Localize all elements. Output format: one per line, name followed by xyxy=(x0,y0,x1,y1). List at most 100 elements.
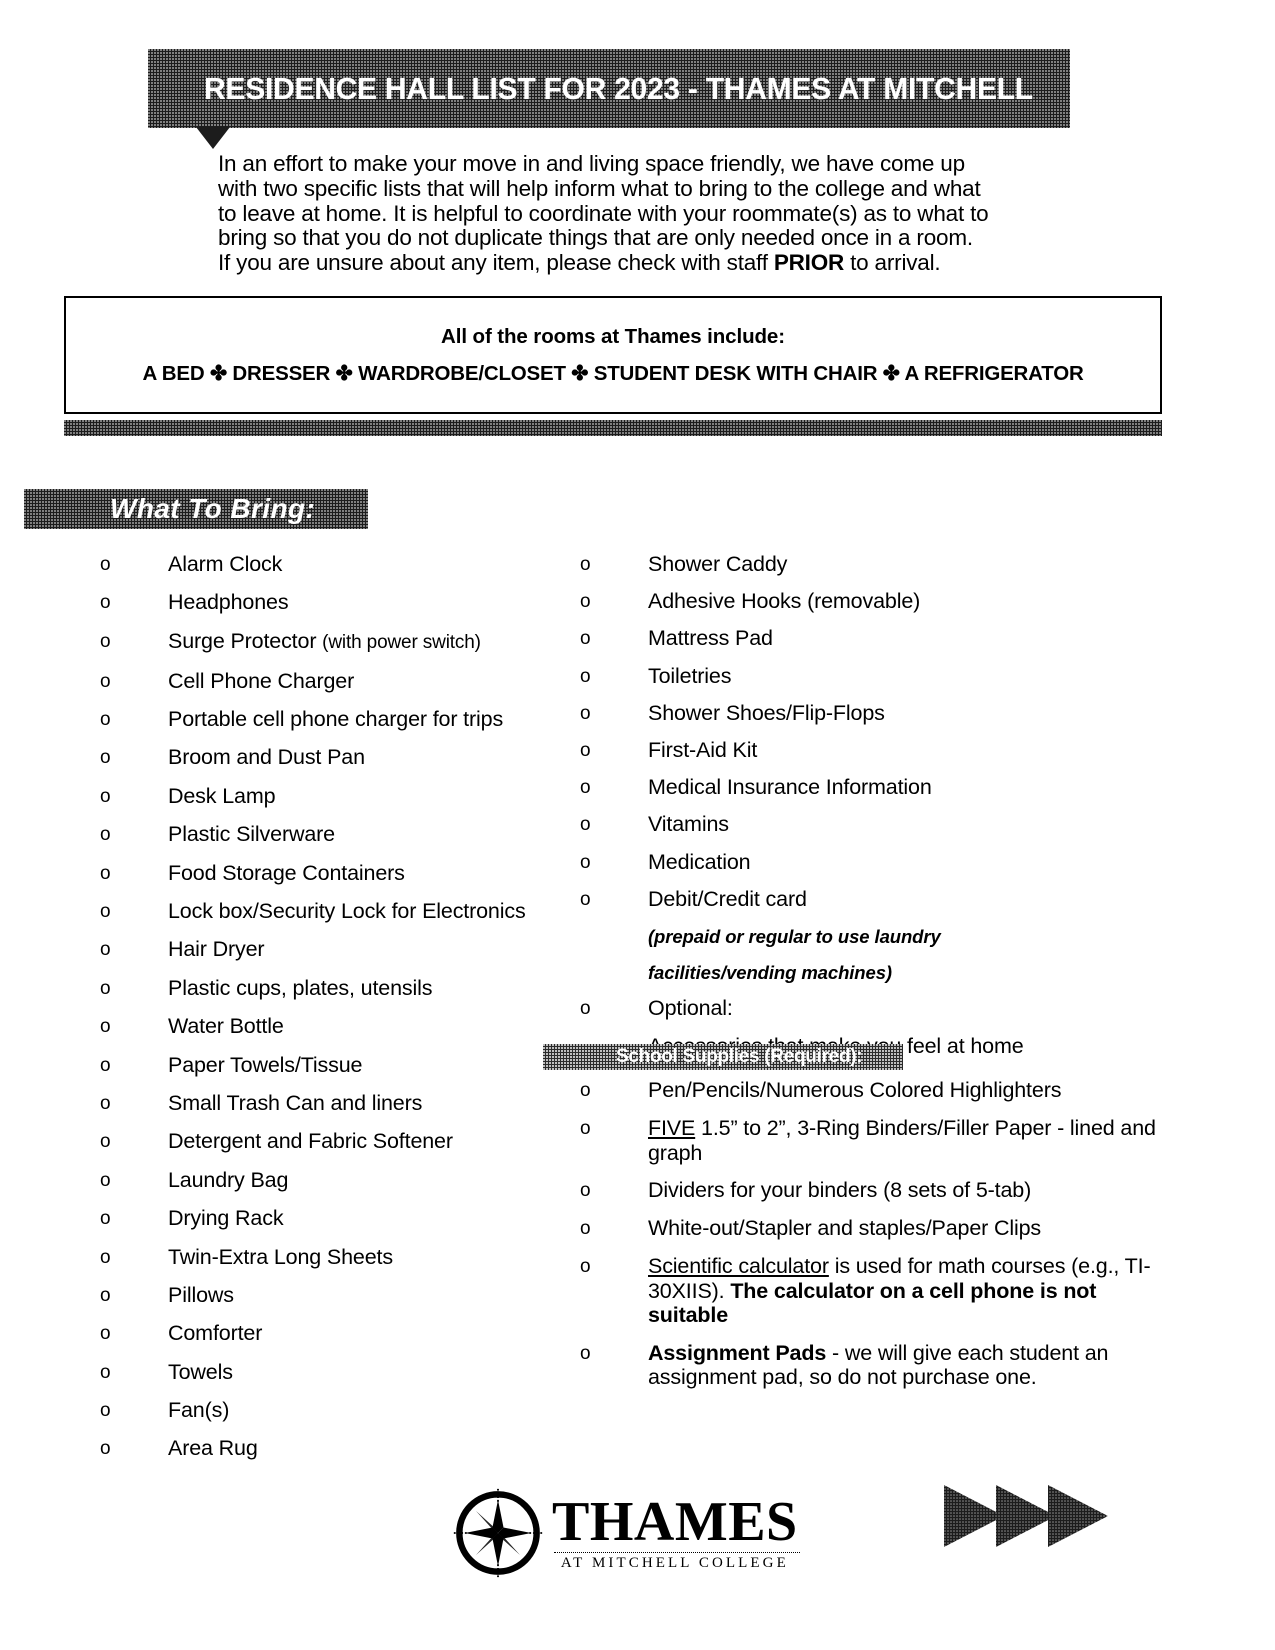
bullet-marker: o xyxy=(580,739,591,761)
list-item-label: Broom and Dust Pan xyxy=(168,745,570,770)
bullet-marker: o xyxy=(580,591,591,613)
list-item[interactable]: o Assignment Pads - we will give each stu… xyxy=(580,1341,1160,1390)
list-item-text: Comforter xyxy=(168,1321,263,1346)
list-item-label: First-Aid Kit xyxy=(648,738,1140,763)
list-item[interactable]: o Twin-Extra Long Sheets xyxy=(100,1245,570,1270)
rooms-include-contents: A BED ✤ DRESSER ✤ WARDROBE/CLOSET ✤ STUD… xyxy=(142,361,1084,385)
list-item[interactable]: o Mattress Pad xyxy=(580,626,1140,651)
list-item[interactable]: o Cell Phone Charger xyxy=(100,669,570,694)
list-item[interactable]: o Broom and Dust Pan xyxy=(100,745,570,770)
list-item-text: Plastic cups, plates, utensils xyxy=(168,975,433,1000)
intro-line-1: In an effort to make your move in and li… xyxy=(218,151,965,176)
list-item[interactable]: o Desk Lamp xyxy=(100,784,570,809)
bullet-marker: o xyxy=(100,1246,111,1268)
list-item[interactable]: o Vitamins xyxy=(580,812,1140,837)
bullet-marker: o xyxy=(580,851,591,873)
list-item[interactable]: o Laundry Bag xyxy=(100,1168,570,1193)
list-item[interactable]: o Toiletries xyxy=(580,664,1140,689)
list-item[interactable]: o Shower Caddy xyxy=(580,552,1140,577)
list-item[interactable]: o Small Trash Can and liners xyxy=(100,1091,570,1116)
list-item-text: Desk Lamp xyxy=(168,783,276,808)
item-text: Dividers for your binders (8 sets of 5-t… xyxy=(648,1178,1032,1202)
list-item[interactable]: o Shower Shoes/Flip-Flops xyxy=(580,701,1140,726)
list-item-label: FIVE 1.5” to 2”, 3-Ring Binders/Filler P… xyxy=(648,1116,1160,1165)
list-item[interactable]: o White-out/Stapler and staples/Paper Cli… xyxy=(580,1216,1160,1241)
list-item-label: Optional: xyxy=(648,996,1140,1021)
list-item[interactable]: o Debit/Credit card xyxy=(580,887,1140,912)
list-item[interactable]: o Headphones xyxy=(100,590,570,615)
list-item[interactable]: o Area Rug xyxy=(100,1436,570,1461)
list-item-label: Lock box/Security Lock for Electronics xyxy=(168,899,570,924)
list-item[interactable]: o Surge Protector (with power switch) xyxy=(100,629,570,656)
list-item-label: Desk Lamp xyxy=(168,784,570,809)
bullet-marker: o xyxy=(100,554,111,575)
list-item[interactable]: o Food Storage Containers xyxy=(100,861,570,886)
list-item[interactable]: o Alarm Clock xyxy=(100,552,570,577)
list-item[interactable]: o Medication xyxy=(580,850,1140,875)
intro-line-4: bring so that you do not duplicate thing… xyxy=(218,225,973,251)
list-item-label: Alarm Clock xyxy=(168,552,570,577)
list-item-label: White-out/Stapler and staples/Paper Clip… xyxy=(648,1216,1160,1241)
list-item-text: Fan(s) xyxy=(168,1398,230,1423)
intro-line-5-prefix: If you are unsure about any item, please… xyxy=(218,250,774,276)
logo-thames-text: THAMES xyxy=(552,1490,798,1553)
list-item-label: Food Storage Containers xyxy=(168,861,570,886)
list-item-text: Twin-Extra Long Sheets xyxy=(168,1244,393,1269)
thames-logo: THAMES AT MITCHELL COLLEGE xyxy=(452,1478,800,1588)
what-to-bring-right-column: o Shower Caddy o Adhesive Hooks (removable)… xyxy=(580,552,1140,1059)
bullet-marker: o xyxy=(100,824,111,846)
list-item[interactable]: o Lock box/Security Lock for Electronics xyxy=(100,899,570,924)
list-item[interactable]: o Towels xyxy=(100,1360,570,1385)
bullet-marker: o xyxy=(100,670,111,692)
list-item-text: Paper Towels/Tissue xyxy=(168,1052,363,1077)
item-underlined-term: FIVE xyxy=(648,1116,696,1140)
list-item[interactable]: o Paper Towels/Tissue xyxy=(100,1053,570,1078)
list-item[interactable]: o Pen/Pencils/Numerous Colored Highlighte… xyxy=(580,1078,1160,1103)
bullet-marker: o xyxy=(580,1080,591,1101)
list-item-label: Water Bottle xyxy=(168,1014,570,1039)
list-item[interactable]: o Dividers for your binders (8 sets of 5-… xyxy=(580,1178,1160,1203)
list-item-label: Area Rug xyxy=(168,1436,570,1461)
list-item[interactable]: o Comforter xyxy=(100,1321,570,1346)
list-item[interactable]: o Hair Dryer xyxy=(100,937,570,962)
list-item[interactable]: o Fan(s) xyxy=(100,1398,570,1423)
list-item-text: Headphones xyxy=(168,590,289,615)
bullet-marker: o xyxy=(100,862,111,884)
list-item-label: Medication xyxy=(648,850,1140,875)
list-item-label: Comforter xyxy=(168,1321,570,1346)
list-item-qualifier: (with power switch) xyxy=(322,631,481,653)
list-item-label: Scientific calculator is used for math c… xyxy=(648,1254,1160,1328)
bullet-marker: o xyxy=(580,997,591,1019)
list-item[interactable]: o Plastic cups, plates, utensils xyxy=(100,976,570,1001)
list-item-label: Portable cell phone charger for trips xyxy=(168,707,570,732)
list-item-text: Drying Rack xyxy=(168,1206,284,1231)
list-item[interactable]: o Adhesive Hooks (removable) xyxy=(580,589,1140,614)
list-item[interactable]: o Pillows xyxy=(100,1283,570,1308)
list-item-text: Surge Protector xyxy=(168,628,323,653)
list-item-text: Shower Caddy xyxy=(648,552,788,576)
list-item[interactable]: o Scientific calculator is used for math … xyxy=(580,1254,1160,1328)
banner-pointer-tail xyxy=(196,127,230,149)
list-item[interactable]: o Portable cell phone charger for trips xyxy=(100,707,570,732)
list-item[interactable]: o First-Aid Kit xyxy=(580,738,1140,763)
list-item[interactable]: o FIVE 1.5” to 2”, 3-Ring Binders/Filler … xyxy=(580,1116,1160,1165)
list-item[interactable]: o Optional: xyxy=(580,996,1140,1021)
list-item[interactable]: o Water Bottle xyxy=(100,1014,570,1039)
list-item-label: Mattress Pad xyxy=(648,626,1140,651)
list-item-label: Shower Caddy xyxy=(648,552,1140,577)
list-item[interactable]: o Medical Insurance Information xyxy=(580,775,1140,800)
logo-divider xyxy=(554,1551,800,1553)
compass-rose-icon xyxy=(452,1487,544,1579)
list-item[interactable]: o Plastic Silverware xyxy=(100,822,570,847)
school-supplies-label: School Supplies (Required): xyxy=(616,1046,863,1067)
list-item-label: Headphones xyxy=(168,590,570,615)
list-item-label: Small Trash Can and liners xyxy=(168,1091,570,1116)
list-item-text: Alarm Clock xyxy=(168,552,283,576)
list-item-text: Adhesive Hooks (removable) xyxy=(648,589,921,614)
list-item-text: Cell Phone Charger xyxy=(168,668,355,693)
list-item-label: Plastic Silverware xyxy=(168,822,570,847)
list-item[interactable]: o Detergent and Fabric Softener xyxy=(100,1129,570,1154)
list-item-label: Towels xyxy=(168,1360,570,1385)
list-item[interactable]: o Drying Rack xyxy=(100,1206,570,1231)
bullet-marker: o xyxy=(580,1256,591,1277)
